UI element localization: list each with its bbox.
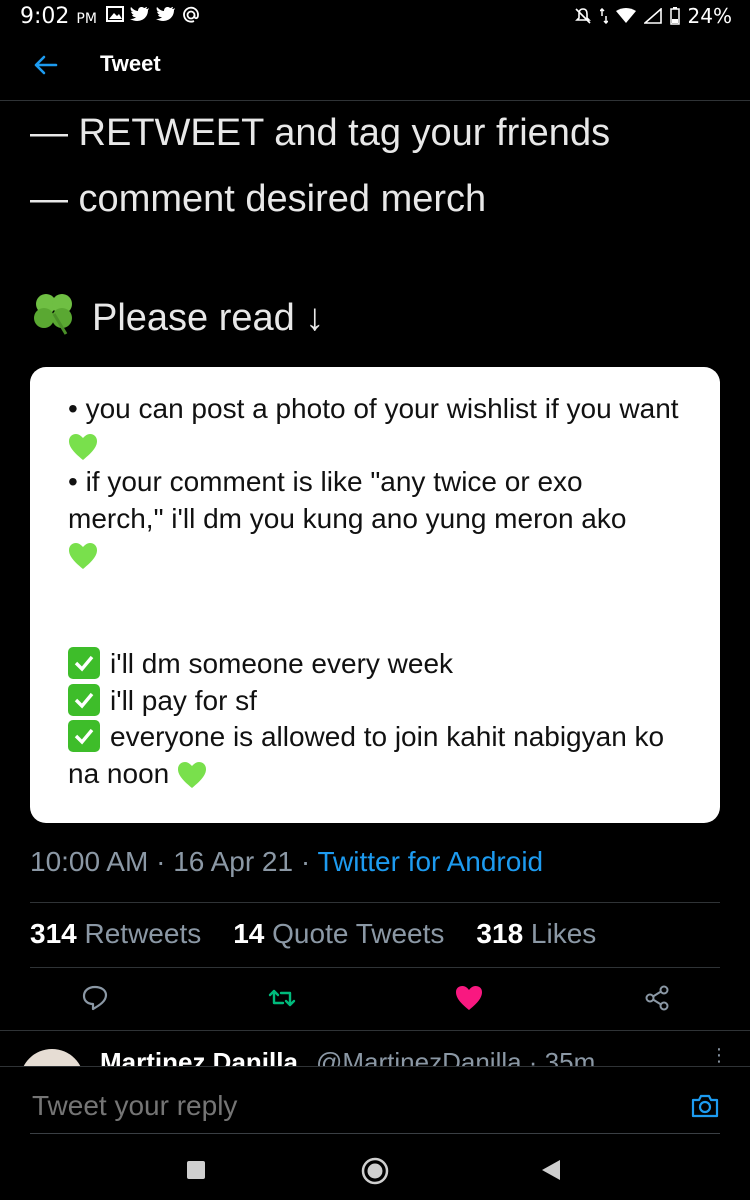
at-sign-icon [183,6,199,23]
system-nav-bar [0,1138,750,1200]
tweet-time: 10:00 AM [30,846,149,877]
wifi-icon [615,8,636,23]
check-mark-icon [68,683,100,716]
tweet-source-link[interactable]: Twitter for Android [317,846,543,877]
reply-input-underline [30,1133,720,1134]
green-heart-icon [69,543,97,570]
twitter-icon [156,7,175,21]
like-heart-icon[interactable] [454,983,484,1013]
please-read-line: Please read ↓ [30,290,324,340]
card-check-item: i'll pay for sf [68,683,682,720]
reply-bar [0,1066,750,1139]
check-mark-icon [68,720,100,753]
share-icon[interactable] [642,983,672,1013]
notification-icons [106,6,200,24]
card-check-item: everyone is allowed to join kahit nabigy… [68,720,665,789]
tweet-text-line: — RETWEET and tag your friends [30,112,611,154]
data-arrows-icon [599,8,608,24]
tweet-meta: 10:00 AM · 16 Apr 21 · Twitter for Andro… [30,846,544,877]
tweet-image-card[interactable]: • you can post a photo of your wishlist … [30,367,720,823]
camera-icon[interactable] [690,1091,720,1121]
more-options-icon[interactable]: ⋮ [710,1045,728,1066]
divider [30,902,720,903]
gallery-icon [106,6,124,22]
quote-tweets-stat[interactable]: 14 Quote Tweets [233,918,444,950]
status-time: 9:02 PM [20,4,97,29]
battery-icon [669,7,680,25]
battery-percent: 24% [687,4,732,28]
retweets-stat[interactable]: 314 Retweets [30,918,201,950]
page-title: Tweet [100,51,161,76]
system-icons: 24% [574,4,732,28]
reply-author-name: Martinez Danilla [100,1047,298,1067]
divider [30,967,720,968]
signal-icon [643,8,662,24]
avatar[interactable] [20,1049,84,1067]
back-button-icon[interactable] [540,1158,562,1182]
back-arrow-icon[interactable] [30,50,60,80]
home-button-icon[interactable] [360,1156,390,1186]
mute-icon [574,8,591,24]
tweet-date: 16 Apr 21 [173,846,294,877]
tweet-text-line: — comment desired merch [30,178,487,220]
tweet-stats: 314 Retweets 14 Quote Tweets 318 Likes [30,918,596,950]
card-check-item: i'll dm someone every week [68,646,682,683]
card-bullet: • if your comment is like "any twice or … [68,464,682,574]
status-bar: 9:02 PM 24% [0,0,750,34]
check-mark-icon [68,646,100,679]
retweet-icon[interactable] [267,983,297,1013]
reply-icon[interactable] [80,983,110,1013]
app-bar: Tweet [0,34,750,101]
card-bullet: • you can post a photo of your wishlist … [68,391,682,464]
likes-stat[interactable]: 318 Likes [476,918,596,950]
reply-author-handle: @MartinezDanilla · 35m [316,1047,596,1067]
recent-apps-icon[interactable] [186,1160,206,1180]
green-heart-icon [69,433,97,460]
clover-icon [34,294,72,335]
twitter-icon [130,7,149,21]
reply-preview[interactable]: Martinez Danilla @MartinezDanilla · 35m … [0,1030,750,1067]
reply-input[interactable] [30,1089,674,1123]
green-heart-icon [178,761,206,788]
